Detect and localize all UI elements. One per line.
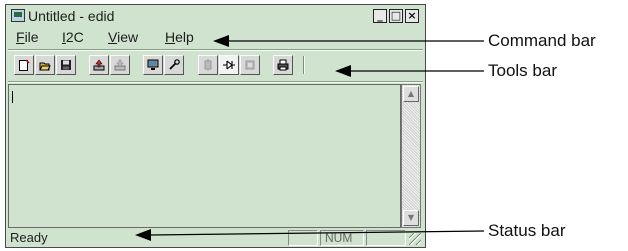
tools-bar-label: Tools bar (488, 61, 557, 80)
status-bar-arrowhead (135, 229, 151, 241)
status-bar-label: Status bar (488, 221, 566, 240)
status-bar-line (149, 230, 485, 236)
command-bar-arrowhead (213, 35, 229, 47)
command-bar-label: Command bar (488, 31, 596, 50)
tools-bar-arrowhead (335, 65, 351, 77)
